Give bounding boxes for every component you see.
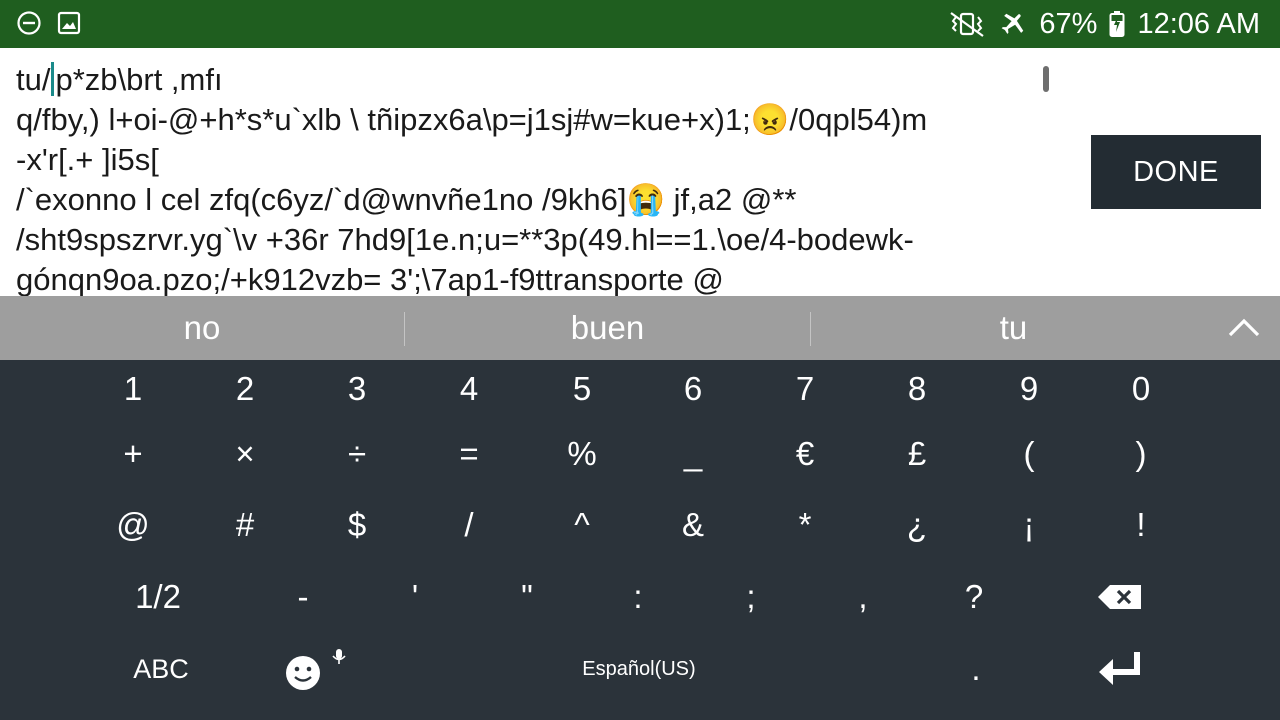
text-after-caret: p*zb\brt ,mfı q/fby,) l+oi-@+h*s*u`xlb \… [16, 62, 928, 296]
text-input-area[interactable]: tu/p*zb\brt ,mfı q/fby,) l+oi-@+h*s*u`xl… [16, 60, 1044, 296]
key-8[interactable]: 8 [887, 360, 947, 418]
key-close-paren[interactable]: ) [1111, 425, 1171, 483]
battery-percentage: 67% [1039, 7, 1098, 40]
key-semicolon[interactable]: ; [721, 568, 781, 626]
key-open-paren[interactable]: ( [999, 425, 1059, 483]
key-3[interactable]: 3 [327, 360, 387, 418]
space-bar[interactable]: Español(US) [409, 640, 869, 698]
abc-key[interactable]: ABC [116, 640, 206, 698]
text-editor[interactable]: tu/p*zb\brt ,mfı q/fby,) l+oi-@+h*s*u`xl… [0, 48, 1280, 296]
airplane-icon [999, 10, 1027, 38]
key-9[interactable]: 9 [999, 360, 1059, 418]
done-button[interactable]: DONE [1091, 135, 1261, 209]
battery-charging-icon [1109, 10, 1125, 38]
key-pound[interactable]: £ [887, 425, 947, 483]
key-inverted-exclamation[interactable]: ¡ [999, 496, 1059, 554]
key-at[interactable]: @ [103, 496, 163, 554]
enter-icon [1099, 652, 1140, 685]
key-asterisk[interactable]: * [775, 496, 835, 554]
suggestion-1[interactable]: no [0, 296, 404, 360]
emoji-mic-icon [286, 649, 346, 690]
key-colon[interactable]: : [608, 568, 668, 626]
key-plus[interactable]: + [103, 425, 163, 483]
scrollbar-thumb[interactable] [1043, 66, 1049, 92]
key-apostrophe[interactable]: ' [385, 568, 445, 626]
key-period[interactable]: . [946, 640, 1006, 698]
emoji-key[interactable] [278, 640, 358, 698]
enter-key[interactable] [1085, 640, 1155, 698]
symbol-keyboard: 1 2 3 4 5 6 7 8 9 0 + × ÷ = % _ € £ ( ) … [0, 360, 1280, 720]
key-equals[interactable]: = [439, 425, 499, 483]
key-euro[interactable]: € [775, 425, 835, 483]
clock: 12:06 AM [1137, 7, 1260, 40]
key-underscore[interactable]: _ [663, 425, 723, 483]
key-1[interactable]: 1 [103, 360, 163, 418]
key-7[interactable]: 7 [775, 360, 835, 418]
key-0[interactable]: 0 [1111, 360, 1171, 418]
key-divide[interactable]: ÷ [327, 425, 387, 483]
image-icon [56, 10, 82, 36]
minus-circle-icon [16, 10, 42, 36]
backspace-icon [1098, 585, 1141, 609]
key-4[interactable]: 4 [439, 360, 499, 418]
status-bar: 67% 12:06 AM [0, 0, 1280, 48]
key-inverted-question[interactable]: ¿ [887, 496, 947, 554]
backspace-key[interactable] [1085, 568, 1155, 626]
key-page-toggle[interactable]: 1/2 [113, 568, 203, 626]
key-double-quote[interactable]: " [497, 568, 557, 626]
key-6[interactable]: 6 [663, 360, 723, 418]
suggestion-bar: no buen tu [0, 296, 1280, 360]
chevron-up-icon[interactable] [1224, 310, 1264, 346]
key-slash[interactable]: / [439, 496, 499, 554]
suggestion-3[interactable]: tu [811, 296, 1216, 360]
suggestion-2[interactable]: buen [405, 296, 810, 360]
key-exclamation[interactable]: ! [1111, 496, 1171, 554]
vibrate-icon [947, 10, 987, 38]
key-caret[interactable]: ^ [552, 496, 612, 554]
key-ampersand[interactable]: & [663, 496, 723, 554]
key-multiply[interactable]: × [215, 425, 275, 483]
key-hyphen[interactable]: - [273, 568, 333, 626]
key-comma[interactable]: , [833, 568, 893, 626]
key-dollar[interactable]: $ [327, 496, 387, 554]
key-percent[interactable]: % [552, 425, 612, 483]
key-2[interactable]: 2 [215, 360, 275, 418]
key-hash[interactable]: # [215, 496, 275, 554]
key-question[interactable]: ? [944, 568, 1004, 626]
text-before-caret: tu/ [16, 62, 51, 97]
key-5[interactable]: 5 [552, 360, 612, 418]
